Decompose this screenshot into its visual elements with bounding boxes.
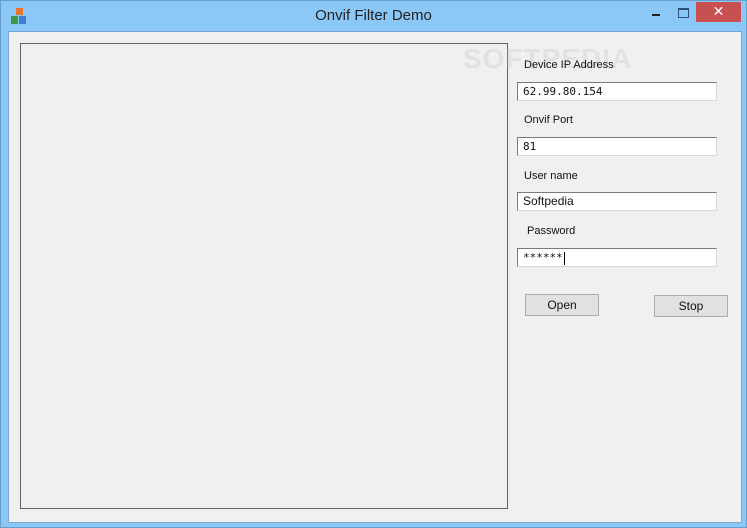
window-title: Onvif Filter Demo xyxy=(315,7,432,24)
username-input[interactable]: Softpedia xyxy=(517,192,717,211)
maximize-button[interactable] xyxy=(671,1,697,21)
onvif-port-input[interactable]: 81 xyxy=(517,137,717,156)
text-caret xyxy=(563,251,565,265)
minimize-button[interactable] xyxy=(641,1,669,21)
stop-button[interactable]: Stop xyxy=(654,295,728,317)
onvif-port-label: Onvif Port xyxy=(524,114,573,126)
password-input[interactable]: ****** xyxy=(517,248,717,267)
close-icon: ✕ xyxy=(712,4,725,20)
video-panel xyxy=(20,43,508,509)
device-ip-input[interactable]: 62.99.80.154 xyxy=(517,82,717,101)
title-bar[interactable]: Onvif Filter Demo ✕ xyxy=(1,1,746,31)
password-label: Password xyxy=(527,225,576,237)
close-button[interactable]: ✕ xyxy=(696,2,741,22)
username-label: User name xyxy=(524,170,578,182)
device-ip-label: Device IP Address xyxy=(524,59,614,71)
app-window: Onvif Filter Demo ✕ SOFTPEDIA Device IP … xyxy=(0,0,747,528)
client-area xyxy=(8,31,742,523)
open-button[interactable]: Open xyxy=(525,294,599,316)
password-value: ****** xyxy=(523,251,563,264)
